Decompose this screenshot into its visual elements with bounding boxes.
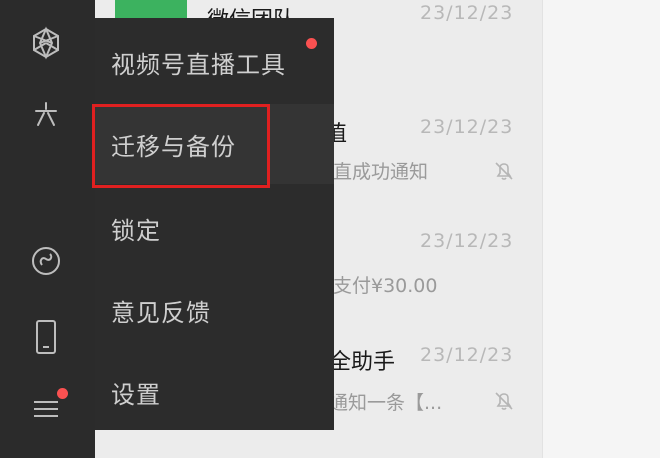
menu-item-label: 意见反馈 xyxy=(111,298,211,327)
conversation-panel xyxy=(542,0,660,458)
menu-item-label: 锁定 xyxy=(111,216,161,245)
menu-item-settings[interactable]: 设置 xyxy=(95,352,334,432)
settings-menu: 视频号直播工具 迁移与备份 锁定 意见反馈 设置 xyxy=(95,18,334,430)
notification-badge xyxy=(306,38,317,49)
menu-item-label: 设置 xyxy=(111,380,161,409)
chat-preview: 支付¥30.00 xyxy=(333,275,438,297)
chat-time: 23/12/23 xyxy=(420,344,514,366)
menu-item-feedback[interactable]: 意见反馈 xyxy=(95,270,334,350)
chat-time: 23/12/23 xyxy=(420,116,514,138)
chat-preview: 通知一条【... xyxy=(329,392,443,414)
menu-item-lock[interactable]: 锁定 xyxy=(95,188,334,268)
highlight-box xyxy=(92,104,270,188)
sidebar xyxy=(0,0,95,458)
mute-icon xyxy=(495,392,513,410)
menu-badge xyxy=(57,388,68,399)
chat-time: 23/12/23 xyxy=(420,2,514,24)
mute-icon xyxy=(495,162,513,180)
mini-programs-icon[interactable] xyxy=(27,242,65,280)
menu-icon[interactable] xyxy=(27,388,68,428)
moments-icon[interactable] xyxy=(27,24,65,62)
chat-name: 全助手 xyxy=(329,350,396,375)
chat-preview: 直成功通知 xyxy=(333,161,429,183)
chat-time: 23/12/23 xyxy=(420,230,514,252)
phone-icon[interactable] xyxy=(27,318,65,356)
menu-item-label: 视频号直播工具 xyxy=(111,50,286,79)
menu-item-channels-live-tools[interactable]: 视频号直播工具 xyxy=(95,22,334,102)
channels-icon[interactable] xyxy=(27,96,65,134)
